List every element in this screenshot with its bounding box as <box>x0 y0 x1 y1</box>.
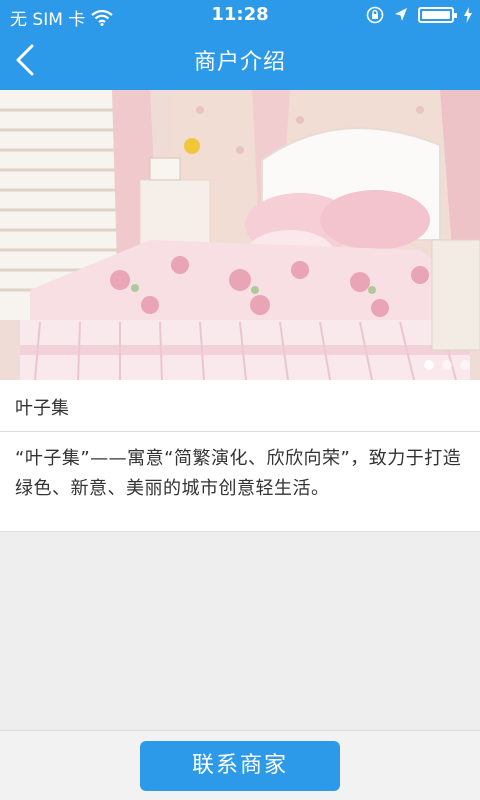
carousel-dot[interactable] <box>460 360 470 370</box>
nav-bar: 商户介绍 <box>0 30 480 90</box>
contact-merchant-button[interactable]: 联系商家 <box>140 741 340 791</box>
merchant-description: “叶子集”——寓意“简繁演化、欣欣向荣”，致力于打造绿色、新意、美丽的城市创意轻… <box>15 448 462 499</box>
page-title: 商户介绍 <box>193 50 286 75</box>
location-icon <box>395 8 407 21</box>
carousel-dots <box>424 360 470 370</box>
carousel-dot[interactable] <box>424 360 434 370</box>
carousel-dot[interactable] <box>442 360 452 370</box>
footer-bar: 联系商家 <box>0 730 480 800</box>
merchant-name: 叶子集 <box>15 398 69 419</box>
merchant-name-row: 叶子集 <box>0 380 480 432</box>
status-bar: 无 SIM 卡 11:28 <box>0 0 480 30</box>
bedroom-bed-photo <box>0 90 480 380</box>
charging-icon <box>464 7 472 23</box>
orientation-lock-icon <box>366 6 384 24</box>
status-right <box>366 6 472 24</box>
image-carousel[interactable] <box>0 90 480 380</box>
merchant-description-section: “叶子集”——寓意“简繁演化、欣欣向荣”，致力于打造绿色、新意、美丽的城市创意轻… <box>0 432 480 532</box>
battery-fill <box>422 11 450 19</box>
battery-icon <box>418 7 457 23</box>
